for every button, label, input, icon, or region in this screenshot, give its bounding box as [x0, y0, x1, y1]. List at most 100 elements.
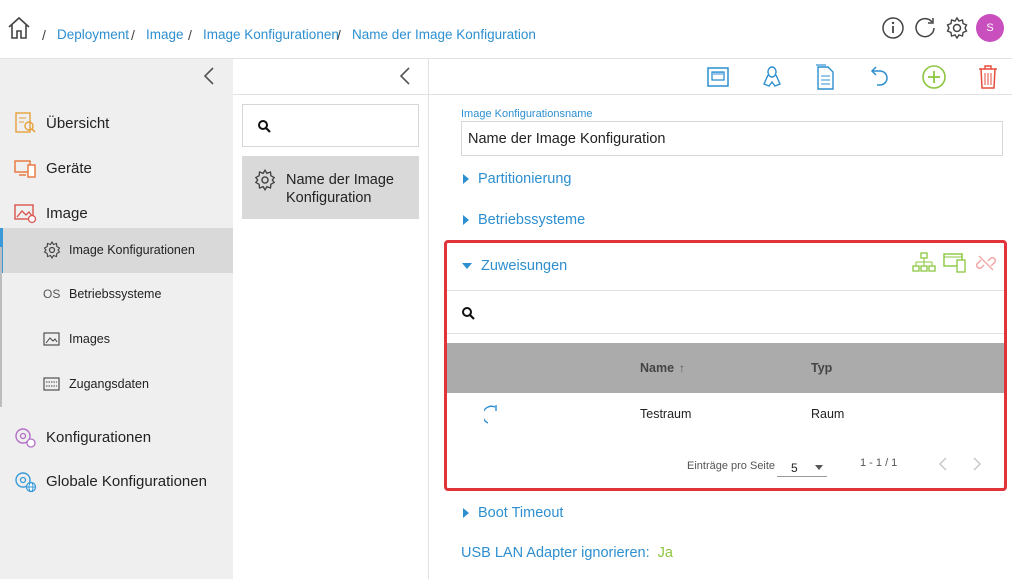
- table-cell-typ: Raum: [811, 407, 845, 421]
- user-avatar[interactable]: S: [976, 14, 1004, 42]
- global-config-icon: [13, 469, 37, 493]
- submenu-line: [0, 247, 2, 407]
- images-icon: [43, 332, 60, 346]
- credentials-icon: [43, 377, 60, 391]
- sidebar-item-image-konfigurationen[interactable]: Image Konfigurationen: [0, 228, 233, 273]
- os-icon: OS: [43, 287, 61, 301]
- usb-lan-label: USB LAN Adapter ignorieren:: [461, 545, 650, 561]
- expand-arrow-icon: [463, 174, 469, 184]
- info-icon[interactable]: [881, 16, 905, 40]
- sidebar-item-uebersicht[interactable]: Übersicht: [0, 105, 233, 141]
- list-panel: Name der Image Konfiguration: [233, 59, 429, 579]
- devices-icon: [13, 156, 37, 180]
- sidebar-item-konfigurationen[interactable]: Konfigurationen: [0, 419, 233, 455]
- section-betriebssysteme[interactable]: Betriebssysteme: [463, 212, 585, 228]
- table-header: Name ↑ Typ: [447, 343, 1004, 393]
- breadcrumb-current[interactable]: Name der Image Konfiguration: [352, 27, 536, 42]
- list-search-input[interactable]: [277, 113, 412, 139]
- list-search-box[interactable]: [242, 104, 419, 147]
- breadcrumb-separator: /: [337, 27, 341, 43]
- divider: [447, 333, 1004, 334]
- expand-arrow-icon: [463, 508, 469, 518]
- section-zuweisungen[interactable]: Zuweisungen: [462, 258, 567, 274]
- section-boot-timeout[interactable]: Boot Timeout: [463, 505, 563, 521]
- expand-arrow-icon: [463, 215, 469, 225]
- top-header: / Deployment / Image / Image Konfigurati…: [0, 0, 1012, 59]
- assignments-search-input[interactable]: [483, 301, 983, 327]
- breadcrumb-deployment[interactable]: Deployment: [57, 27, 129, 42]
- section-title: Partitionierung: [478, 171, 572, 187]
- detail-panel: Image Konfigurationsname Partitionierung…: [429, 59, 1012, 579]
- name-field-label: Image Konfigurationsname: [461, 108, 593, 120]
- home-icon[interactable]: [7, 16, 31, 40]
- refresh-icon[interactable]: [913, 16, 937, 40]
- name-field[interactable]: [461, 121, 1003, 156]
- sidebar-item-globale-konfigurationen[interactable]: Globale Konfigurationen: [0, 463, 233, 499]
- sidebar: Übersicht Geräte Image Image Konfigurati…: [0, 59, 233, 579]
- settings-gear-icon[interactable]: [945, 16, 969, 40]
- table-cell-name: Testraum: [640, 407, 692, 421]
- list-item[interactable]: Name der Image Konfiguration: [242, 156, 419, 219]
- sidebar-item-betriebssysteme[interactable]: OS Betriebssysteme: [0, 283, 233, 305]
- assign-devices-icon[interactable]: [943, 252, 967, 274]
- sidebar-item-image[interactable]: Image: [0, 195, 233, 231]
- network-icon[interactable]: [706, 65, 730, 89]
- document-icon[interactable]: [813, 63, 837, 91]
- breadcrumb-separator: /: [131, 27, 135, 43]
- gear-config-icon: [43, 241, 61, 259]
- sidebar-item-zugangsdaten[interactable]: Zugangsdaten: [0, 373, 233, 395]
- breadcrumb-image[interactable]: Image: [146, 27, 184, 42]
- search-icon: [258, 120, 271, 133]
- dropdown-arrow-icon: [815, 465, 823, 470]
- breadcrumb-separator: /: [188, 27, 192, 43]
- undo-icon[interactable]: [867, 65, 891, 91]
- pager-range: 1 - 1 / 1: [860, 457, 898, 469]
- delete-icon[interactable]: [977, 64, 999, 90]
- sidebar-item-label: Image Konfigurationen: [69, 243, 195, 257]
- collapse-arrow-icon: [462, 263, 472, 269]
- image-icon: [13, 201, 37, 225]
- room-icon: [484, 403, 502, 425]
- per-page-label: Einträge pro Seite: [687, 460, 776, 472]
- name-input[interactable]: [468, 127, 996, 151]
- add-icon[interactable]: [921, 64, 947, 90]
- divider: [447, 290, 1004, 291]
- linux-icon[interactable]: [760, 65, 784, 89]
- column-header-typ[interactable]: Typ: [811, 361, 832, 375]
- collapse-sidebar-icon[interactable]: [202, 67, 216, 85]
- sidebar-item-label: Images: [69, 332, 110, 346]
- configurations-icon: [13, 425, 37, 449]
- list-item-label: Name der Image Konfiguration: [286, 172, 394, 206]
- sidebar-item-label: Übersicht: [46, 115, 110, 132]
- sidebar-item-label: Betriebssysteme: [69, 287, 162, 301]
- sidebar-item-label: Konfigurationen: [46, 429, 152, 446]
- next-page-icon[interactable]: [972, 457, 982, 471]
- sidebar-item-label: Globale Konfigurationen: [46, 473, 207, 490]
- per-page-value: 5: [791, 461, 798, 475]
- section-partitionierung[interactable]: Partitionierung: [463, 171, 572, 187]
- sort-ascending-icon[interactable]: ↑: [679, 361, 685, 375]
- sidebar-item-geraete[interactable]: Geräte: [0, 150, 233, 186]
- section-title: Betriebssysteme: [478, 212, 586, 228]
- breadcrumb-separator: /: [42, 27, 46, 43]
- gear-config-icon: [254, 169, 276, 191]
- per-page-select[interactable]: 5: [777, 455, 827, 477]
- table-row[interactable]: Testraum Raum: [447, 393, 1004, 437]
- zuweisungen-panel: Zuweisungen Name ↑ Typ Testraum Raum Ein…: [444, 240, 1007, 491]
- column-header-name[interactable]: Name: [640, 361, 674, 375]
- usb-lan-value: Ja: [657, 545, 673, 561]
- sidebar-item-label: Geräte: [46, 160, 92, 177]
- prev-page-icon[interactable]: [938, 457, 948, 471]
- section-title: Zuweisungen: [481, 258, 568, 274]
- section-title: Boot Timeout: [478, 505, 564, 521]
- hierarchy-icon[interactable]: [912, 252, 936, 274]
- search-icon: [462, 307, 475, 320]
- overview-icon: [13, 111, 37, 135]
- sidebar-item-images[interactable]: Images: [0, 328, 233, 350]
- unlink-icon[interactable]: [975, 252, 997, 274]
- usb-lan-setting: USB LAN Adapter ignorieren: Ja: [461, 545, 673, 561]
- collapse-list-icon[interactable]: [398, 67, 412, 85]
- sidebar-item-label: Zugangsdaten: [69, 377, 149, 391]
- breadcrumb-image-konfigurationen[interactable]: Image Konfigurationen: [203, 27, 339, 42]
- sidebar-item-label: Image: [46, 205, 88, 222]
